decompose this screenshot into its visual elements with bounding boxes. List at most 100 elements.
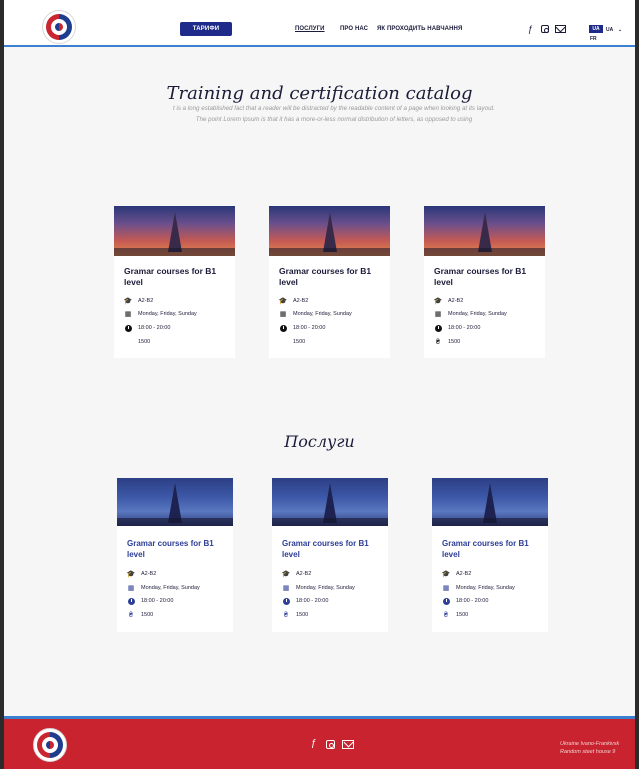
course-days: ▦ Monday, Friday, Sunday bbox=[279, 310, 352, 318]
course-price-text: 1500 bbox=[448, 339, 461, 345]
language-selector[interactable]: UA bbox=[589, 25, 603, 33]
nav-services[interactable]: ПОСЛУГИ bbox=[295, 26, 325, 32]
service-price-text: 1500 bbox=[141, 612, 154, 618]
course-level-text: A2-B2 bbox=[448, 298, 464, 304]
course-card[interactable]: Gramar courses for B1 level 🎓 A2-B2 ▦ Mond… bbox=[114, 206, 235, 358]
hryvnia-icon: ₴ bbox=[436, 338, 440, 346]
service-card[interactable]: Gramar courses for B1 level 🎓 A2-B2 ▦ Mond… bbox=[272, 478, 388, 632]
service-price-text: 1500 bbox=[296, 612, 309, 618]
footer-address-line1: Ukraine Ivano-Frankivsk bbox=[560, 741, 620, 747]
services-title: Послуги bbox=[284, 432, 355, 451]
service-time-text: 18:00 - 20:00 bbox=[456, 598, 489, 604]
clock-icon bbox=[442, 597, 450, 605]
course-days: ▦ Monday, Friday, Sunday bbox=[124, 310, 197, 318]
service-days: ▦ Monday, Friday, Sunday bbox=[127, 584, 200, 592]
eiffel-tower-night-image bbox=[272, 478, 388, 526]
graduation-cap-icon: 🎓 bbox=[441, 571, 451, 578]
eiffel-tower-image bbox=[424, 206, 545, 256]
page: ТАРИФИ ПОСЛУГИ ПРО НАС ЯК ПРОХОДИТЬ НАВЧ… bbox=[4, 0, 635, 769]
graduation-cap-icon: 🎓 bbox=[278, 298, 288, 305]
course-time-text: 18:00 - 20:00 bbox=[138, 325, 171, 331]
service-title: Gramar courses for B1 level bbox=[127, 539, 214, 559]
graduation-cap-icon: 🎓 bbox=[433, 298, 443, 305]
service-card[interactable]: Gramar courses for B1 level 🎓 A2-B2 ▦ Mond… bbox=[117, 478, 233, 632]
course-price: ₴ 1500 bbox=[434, 338, 460, 346]
tariffs-button[interactable]: ТАРИФИ bbox=[180, 22, 232, 36]
eiffel-tower-image bbox=[114, 206, 235, 256]
course-days-text: Monday, Friday, Sunday bbox=[448, 311, 507, 317]
service-time-text: 18:00 - 20:00 bbox=[296, 598, 329, 604]
course-title: Gramar courses for B1 level bbox=[279, 266, 372, 287]
lang-option-ua[interactable]: UA bbox=[606, 27, 613, 33]
course-days-text: Monday, Friday, Sunday bbox=[138, 311, 197, 317]
service-level: 🎓 A2-B2 bbox=[126, 570, 157, 578]
eiffel-tower-night-image bbox=[117, 478, 233, 526]
hryvnia-icon: ₴ bbox=[444, 611, 448, 619]
course-card[interactable]: Gramar courses for B1 level 🎓 A2-B2 ▦ Mond… bbox=[269, 206, 390, 358]
graduation-cap-icon: 🎓 bbox=[281, 571, 291, 578]
nav-how-to-study[interactable]: ЯК ПРОХОДИТЬ НАВЧАННЯ bbox=[377, 26, 462, 32]
service-days: ▦ Monday, Friday, Sunday bbox=[442, 584, 515, 592]
course-time: 18:00 - 20:00 bbox=[279, 324, 325, 332]
instagram-icon[interactable] bbox=[326, 740, 335, 749]
course-level-text: A2-B2 bbox=[138, 298, 154, 304]
course-card[interactable]: Gramar courses for B1 level 🎓 A2-B2 ▦ Mond… bbox=[424, 206, 545, 358]
service-price: ₴ 1500 bbox=[282, 611, 308, 619]
course-time: 18:00 - 20:00 bbox=[434, 324, 480, 332]
calendar-icon: ▦ bbox=[442, 585, 450, 592]
course-price: 1500 bbox=[279, 338, 305, 346]
course-time-text: 18:00 - 20:00 bbox=[293, 325, 326, 331]
service-price: ₴ 1500 bbox=[442, 611, 468, 619]
chevron-down-icon[interactable]: ⌄ bbox=[618, 27, 622, 33]
catalog-title: Training and certification catalog bbox=[166, 83, 473, 104]
service-level: 🎓 A2-B2 bbox=[441, 570, 472, 578]
instagram-icon[interactable] bbox=[541, 25, 549, 33]
mail-icon[interactable] bbox=[342, 737, 354, 749]
course-title: Gramar courses for B1 level bbox=[434, 266, 527, 287]
course-title: Gramar courses for B1 level bbox=[124, 266, 217, 287]
service-card[interactable]: Gramar courses for B1 level 🎓 A2-B2 ▦ Mond… bbox=[432, 478, 548, 632]
logo[interactable] bbox=[42, 10, 76, 44]
course-days: ▦ Monday, Friday, Sunday bbox=[434, 310, 507, 318]
graduation-cap-icon: 🎓 bbox=[126, 571, 136, 578]
nav-about[interactable]: ПРО НАС bbox=[340, 26, 368, 32]
service-level-text: A2-B2 bbox=[141, 571, 157, 577]
calendar-icon: ▦ bbox=[282, 585, 290, 592]
facebook-icon[interactable]: ƒ bbox=[528, 24, 533, 34]
calendar-icon: ▦ bbox=[279, 311, 287, 318]
course-level: 🎓 A2-B2 bbox=[278, 297, 309, 305]
service-title: Gramar courses for B1 level bbox=[282, 539, 369, 559]
course-price-text: 1500 bbox=[293, 339, 306, 345]
course-price-text: 1500 bbox=[138, 339, 151, 345]
hryvnia-icon: ₴ bbox=[129, 611, 133, 619]
course-level-text: A2-B2 bbox=[293, 298, 309, 304]
facebook-icon[interactable]: ƒ bbox=[311, 739, 317, 749]
calendar-icon: ▦ bbox=[434, 311, 442, 318]
hryvnia-icon: ₴ bbox=[284, 611, 288, 619]
course-level: 🎓 A2-B2 bbox=[433, 297, 464, 305]
eiffel-tower-image bbox=[269, 206, 390, 256]
mail-icon[interactable] bbox=[555, 22, 566, 33]
footer: ƒ Ukraine Ivano-Frankivsk Random steet h… bbox=[4, 719, 635, 769]
catalog-description: t is a long established fact that a read… bbox=[173, 105, 495, 123]
course-price: 1500 bbox=[124, 338, 150, 346]
footer-logo[interactable] bbox=[33, 728, 67, 762]
course-time-text: 18:00 - 20:00 bbox=[448, 325, 481, 331]
clock-icon bbox=[282, 597, 290, 605]
course-time: 18:00 - 20:00 bbox=[124, 324, 170, 332]
service-time: 18:00 - 20:00 bbox=[282, 597, 328, 605]
service-time-text: 18:00 - 20:00 bbox=[141, 598, 174, 604]
header-divider bbox=[4, 45, 635, 47]
eiffel-tower-night-image bbox=[432, 478, 548, 526]
service-time: 18:00 - 20:00 bbox=[442, 597, 488, 605]
service-title: Gramar courses for B1 level bbox=[442, 539, 529, 559]
course-days-text: Monday, Friday, Sunday bbox=[293, 311, 352, 317]
graduation-cap-icon: 🎓 bbox=[123, 298, 133, 305]
footer-address-line2: Random steet house 9 bbox=[560, 749, 616, 755]
lang-option-fr[interactable]: FR bbox=[590, 36, 597, 42]
service-days: ▦ Monday, Friday, Sunday bbox=[282, 584, 355, 592]
course-level: 🎓 A2-B2 bbox=[123, 297, 154, 305]
header: ТАРИФИ ПОСЛУГИ ПРО НАС ЯК ПРОХОДИТЬ НАВЧ… bbox=[4, 0, 635, 45]
service-price-text: 1500 bbox=[456, 612, 469, 618]
service-level-text: A2-B2 bbox=[456, 571, 472, 577]
